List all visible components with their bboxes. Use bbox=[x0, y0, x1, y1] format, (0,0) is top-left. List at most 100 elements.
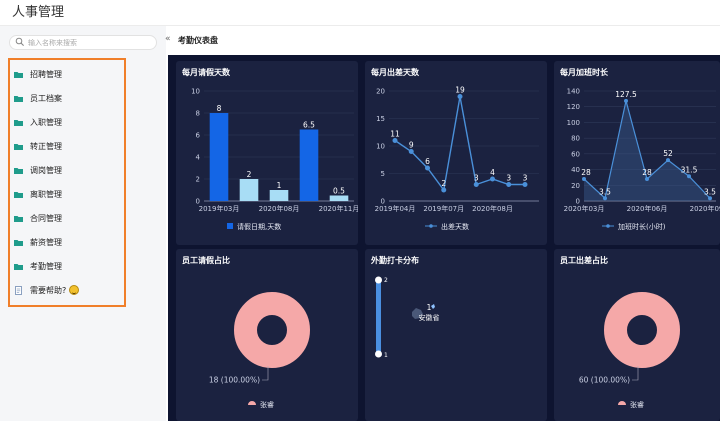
y-tick-label: 5 bbox=[381, 170, 385, 178]
menu-item-label: 需要帮助? bbox=[30, 285, 67, 295]
data-label: 1 bbox=[277, 181, 282, 190]
app-title: 人事管理 bbox=[12, 5, 65, 20]
menu-item-label: 员工档案 bbox=[30, 93, 62, 103]
menu-item-recruitment[interactable]: 招聘管理 bbox=[14, 66, 124, 82]
data-label: 4 bbox=[490, 168, 495, 177]
y-tick-label: 15 bbox=[376, 115, 385, 123]
legend-label: 请假日期,天数 bbox=[237, 222, 281, 231]
menu-item-transfer[interactable]: 调岗管理 bbox=[14, 162, 124, 178]
menu-item-onboarding[interactable]: 入职管理 bbox=[14, 114, 124, 130]
menu-item-label: 招聘管理 bbox=[30, 69, 62, 79]
search-input[interactable] bbox=[28, 36, 154, 49]
menu-item-regularization[interactable]: 转正管理 bbox=[14, 138, 124, 154]
data-label: 3 bbox=[474, 174, 479, 183]
data-label: 6 bbox=[425, 157, 430, 166]
menu-item-salary[interactable]: 薪资管理 bbox=[14, 234, 124, 250]
legend-swatch bbox=[248, 401, 256, 405]
x-tick-label: 2020年11月 bbox=[319, 204, 358, 213]
chart-panel-field-checkin: 外勤打卡分布 2 1 1 安徽省 bbox=[365, 249, 547, 421]
data-point bbox=[624, 98, 628, 103]
app-header: 人事管理 bbox=[0, 0, 720, 26]
area-chart: 020406080100120140283.5127.5285231.53.52… bbox=[564, 88, 720, 232]
legend-label: 加班时长(小时) bbox=[618, 222, 666, 231]
x-tick-label: 2020年09月 bbox=[690, 204, 720, 213]
folder-icon bbox=[14, 119, 23, 126]
visual-map-bar bbox=[376, 280, 381, 354]
folder-icon bbox=[14, 95, 23, 102]
data-point bbox=[392, 138, 398, 143]
menu-item-label: 合同管理 bbox=[30, 213, 62, 223]
menu-item-resignation[interactable]: 离职管理 bbox=[14, 186, 124, 202]
x-tick-label: 2020年06月 bbox=[627, 204, 668, 213]
menu-item-label: 转正管理 bbox=[30, 141, 62, 151]
data-label: 28 bbox=[642, 168, 652, 177]
menu-item-label: 调岗管理 bbox=[30, 165, 62, 175]
y-tick-label: 120 bbox=[567, 103, 580, 111]
y-tick-label: 2 bbox=[196, 176, 200, 184]
menu-item-label: 薪资管理 bbox=[30, 237, 62, 247]
data-point bbox=[457, 94, 463, 99]
y-tick-label: 6 bbox=[196, 132, 201, 140]
pie-chart: 60 (100.00%) 张睿 bbox=[579, 292, 680, 409]
label-leader-line bbox=[632, 366, 639, 381]
chart-panel-trip-days: 每月出差天数 0 5 10 15 20 11 9 6 2 19 3 4 3 3 2019年04月 2019年0… bbox=[365, 61, 547, 245]
legend-swatch bbox=[227, 223, 233, 229]
point-label: 安徽省 bbox=[419, 313, 440, 322]
x-tick-label: 2019年03月 bbox=[199, 204, 240, 213]
search-box[interactable] bbox=[9, 35, 157, 50]
data-label: 2 bbox=[441, 179, 446, 188]
bar bbox=[239, 179, 259, 201]
data-point bbox=[522, 182, 528, 187]
folder-icon bbox=[14, 263, 23, 270]
data-point bbox=[708, 196, 712, 201]
y-tick-label: 80 bbox=[571, 135, 580, 143]
bar bbox=[299, 129, 319, 201]
data-point bbox=[603, 196, 607, 201]
data-point bbox=[687, 174, 691, 179]
legend-swatch-dot bbox=[429, 224, 433, 228]
y-tick-label: 60 bbox=[571, 150, 580, 158]
legend-swatch-dot bbox=[606, 224, 610, 228]
menu-item-attendance[interactable]: 考勤管理 bbox=[14, 258, 124, 274]
menu-item-label: 考勤管理 bbox=[30, 261, 62, 271]
menu-item-employee-files[interactable]: 员工档案 bbox=[14, 90, 124, 106]
bar bbox=[209, 113, 229, 201]
sidebar: 招聘管理 员工档案 入职管理 转正管理 调岗管理 离职管理 合同管理 薪资管理 bbox=[0, 26, 166, 421]
menu-item-contract[interactable]: 合同管理 bbox=[14, 210, 124, 226]
smile-emoji-icon bbox=[69, 285, 80, 295]
pie-slice bbox=[234, 292, 310, 368]
y-tick-label: 20 bbox=[376, 88, 385, 96]
bar-chart: 024681082019年03月212020年08月6.50.52020年11月… bbox=[191, 88, 358, 232]
data-label: 0.5 bbox=[333, 187, 345, 196]
x-tick-label: 2019年04月 bbox=[375, 204, 416, 213]
y-tick-label: 10 bbox=[191, 88, 200, 96]
data-point bbox=[473, 182, 479, 187]
menu-item-help[interactable]: 需要帮助? bbox=[14, 282, 124, 298]
data-label: 2 bbox=[247, 170, 252, 179]
y-tick-label: 140 bbox=[567, 88, 580, 96]
data-label: 3.5 bbox=[704, 187, 716, 196]
data-point bbox=[666, 158, 670, 163]
visual-map-handle-bottom bbox=[375, 350, 382, 358]
data-label: 52 bbox=[663, 149, 673, 158]
y-tick-label: 40 bbox=[571, 166, 580, 174]
legend-swatch bbox=[618, 401, 626, 405]
data-label: 19 bbox=[455, 86, 465, 95]
data-label: 60 (100.00%) bbox=[579, 376, 630, 385]
folder-icon bbox=[14, 167, 23, 174]
y-tick-label: 8 bbox=[196, 110, 200, 118]
data-point bbox=[645, 177, 649, 181]
data-label: 18 (100.00%) bbox=[209, 376, 260, 385]
x-tick-label: 2020年03月 bbox=[564, 204, 605, 213]
legend-label: 张睿 bbox=[630, 400, 644, 409]
chart-panel-overtime: 每月加班时长 0 20 40 60 80 100 120 140 28 3.5 127.5 28 52 3… bbox=[554, 61, 720, 245]
data-label: 8 bbox=[217, 104, 222, 113]
tab-attendance-dashboard[interactable]: 考勤仪表盘 bbox=[178, 35, 218, 46]
folder-icon bbox=[14, 71, 23, 78]
legend-label: 出差天数 bbox=[441, 222, 469, 231]
data-label: 28 bbox=[581, 168, 591, 177]
collapse-sidebar-button[interactable]: « bbox=[165, 34, 171, 44]
data-point bbox=[441, 187, 447, 193]
folder-icon bbox=[14, 215, 23, 222]
y-tick-label: 20 bbox=[571, 182, 580, 190]
